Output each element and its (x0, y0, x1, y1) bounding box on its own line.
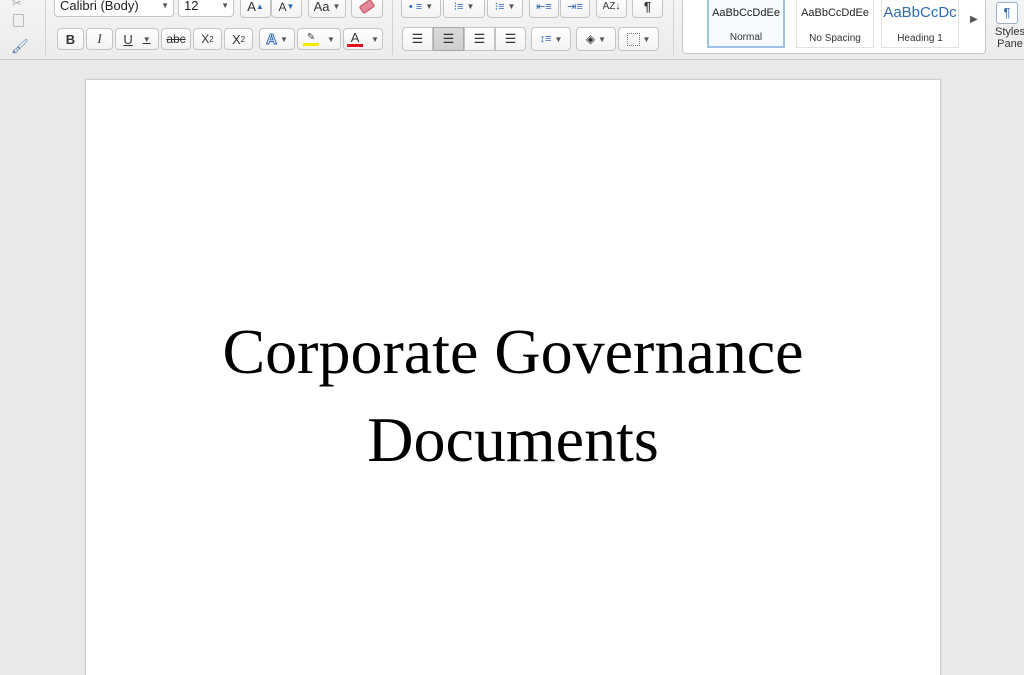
line-spacing-icon: ↕≡ (539, 33, 552, 45)
ribbon-toolbar: ✂ 🖌 Calibri (Body) ▼ 12 ▼ A ▲ A ▼ Aa ▼ B I … (0, 0, 1024, 60)
shading-button[interactable]: ◈ ▼ (576, 27, 616, 51)
style-heading-1[interactable]: AaBbCcDc Heading 1 (881, 0, 959, 48)
pilcrow-icon: ¶ (643, 0, 652, 14)
shrink-font-label: A (278, 0, 287, 14)
superscript-mark: 2 (240, 34, 246, 44)
style-normal[interactable]: AaBbCcDdEe Normal (707, 0, 785, 48)
change-case-button[interactable]: Aa ▼ (308, 0, 346, 18)
show-formatting-button[interactable]: ¶ (632, 0, 663, 18)
shrink-font-button[interactable]: A ▼ (271, 0, 302, 18)
font-size-select[interactable]: 12 ▼ (178, 0, 234, 17)
align-left-button[interactable]: ☰ (402, 27, 433, 51)
change-case-label: Aa (313, 0, 330, 14)
multilevel-list-button[interactable]: ⁝≡ ▼ (487, 0, 523, 18)
styles-pane-label-line1: Styles (995, 26, 1024, 38)
font-color-button[interactable]: A ▼ (343, 28, 383, 50)
sort-button[interactable]: AZ↓ (596, 0, 627, 18)
document-title[interactable]: Corporate Governance Documents (86, 308, 940, 484)
copy-icon[interactable] (13, 14, 24, 27)
format-painter-icon[interactable]: 🖌 (11, 38, 29, 55)
style-label: Heading 1 (897, 33, 943, 44)
style-no-spacing[interactable]: AaBbCcDdEe No Spacing (796, 0, 874, 48)
divider (673, 0, 674, 55)
gallery-next-icon[interactable]: ▶ (970, 14, 978, 25)
bold-button[interactable]: B (57, 28, 84, 50)
text-effects-button[interactable]: A ▼ (259, 28, 295, 50)
superscript-button[interactable]: X2 (224, 28, 253, 50)
eraser-icon (358, 0, 376, 15)
styles-pane-label-line2: Pane (997, 38, 1023, 50)
strikethrough-button[interactable]: abc (161, 28, 191, 50)
bold-label: B (65, 31, 76, 47)
cut-icon[interactable]: ✂ (12, 0, 22, 10)
style-label: No Spacing (809, 33, 861, 44)
decrease-indent-icon: ⇤≡ (536, 1, 552, 13)
document-page[interactable]: Corporate Governance Documents (85, 79, 941, 675)
font-name-value: Calibri (Body) (60, 0, 139, 13)
chevron-down-icon: ▼ (161, 1, 169, 10)
align-left-icon: ☰ (411, 31, 424, 46)
line-spacing-button[interactable]: ↕≡ ▼ (531, 27, 571, 51)
numbering-icon: ⁝≡ (453, 1, 464, 13)
justify-icon: ☰ (504, 31, 517, 46)
font-size-value: 12 (184, 0, 199, 13)
style-sample: AaBbCcDdEe (712, 7, 780, 19)
decrease-indent-button[interactable]: ⇤≡ (529, 0, 559, 18)
italic-button[interactable]: I (86, 28, 113, 50)
italic-label: I (97, 31, 102, 46)
clear-formatting-button[interactable] (351, 0, 383, 18)
style-sample: AaBbCcDdEe (801, 7, 869, 19)
superscript-label: X (231, 31, 241, 47)
divider (392, 0, 393, 55)
bullets-button[interactable]: • ≡ ▼ (401, 0, 441, 18)
text-effects-label: A (266, 30, 278, 48)
subscript-button[interactable]: X2 (193, 28, 222, 50)
justify-button[interactable]: ☰ (495, 27, 526, 51)
multilevel-list-icon: ⁝≡ (494, 1, 505, 13)
strikethrough-label: abc (166, 32, 186, 46)
styles-pane-button[interactable]: ¶ Styles Pane (990, 0, 1024, 58)
styles-gallery: AaBbCcDdEe Normal AaBbCcDdEe No Spacing … (682, 0, 986, 54)
increase-indent-icon: ⇥≡ (567, 1, 583, 13)
title-line-1[interactable]: Corporate Governance (86, 308, 940, 396)
underline-button[interactable]: U ▼ (115, 28, 159, 50)
title-line-2[interactable]: Documents (86, 396, 940, 484)
styles-pane-icon: ¶ (996, 2, 1018, 24)
increase-indent-button[interactable]: ⇥≡ (560, 0, 590, 18)
font-name-select[interactable]: Calibri (Body) ▼ (54, 0, 174, 17)
style-label: Normal (729, 32, 763, 43)
paint-bucket-icon: ◈ (585, 32, 596, 46)
chevron-down-icon: ▼ (142, 34, 151, 44)
underline-label: U (123, 31, 133, 47)
bullets-icon: • ≡ (408, 0, 423, 13)
sort-icon: AZ↓ (602, 1, 621, 12)
highlighter-icon: ✎ (303, 32, 320, 46)
chevron-down-icon: ▼ (221, 1, 229, 10)
divider (45, 0, 46, 55)
subscript-mark: 2 (209, 34, 214, 44)
align-right-icon: ☰ (473, 31, 486, 46)
highlight-button[interactable]: ✎ ▼ (297, 28, 341, 50)
subscript-label: X (201, 32, 210, 46)
borders-icon (626, 32, 640, 46)
style-sample: AaBbCcDc (883, 4, 957, 21)
grow-font-button[interactable]: A ▲ (240, 0, 271, 18)
align-center-icon: ☰ (442, 31, 455, 46)
font-color-label: A (350, 30, 360, 45)
align-center-button[interactable]: ☰ (433, 27, 464, 51)
grow-font-label: A (247, 0, 256, 14)
numbering-button[interactable]: ⁝≡ ▼ (443, 0, 485, 18)
align-right-button[interactable]: ☰ (464, 27, 495, 51)
borders-button[interactable]: ▼ (618, 27, 659, 51)
